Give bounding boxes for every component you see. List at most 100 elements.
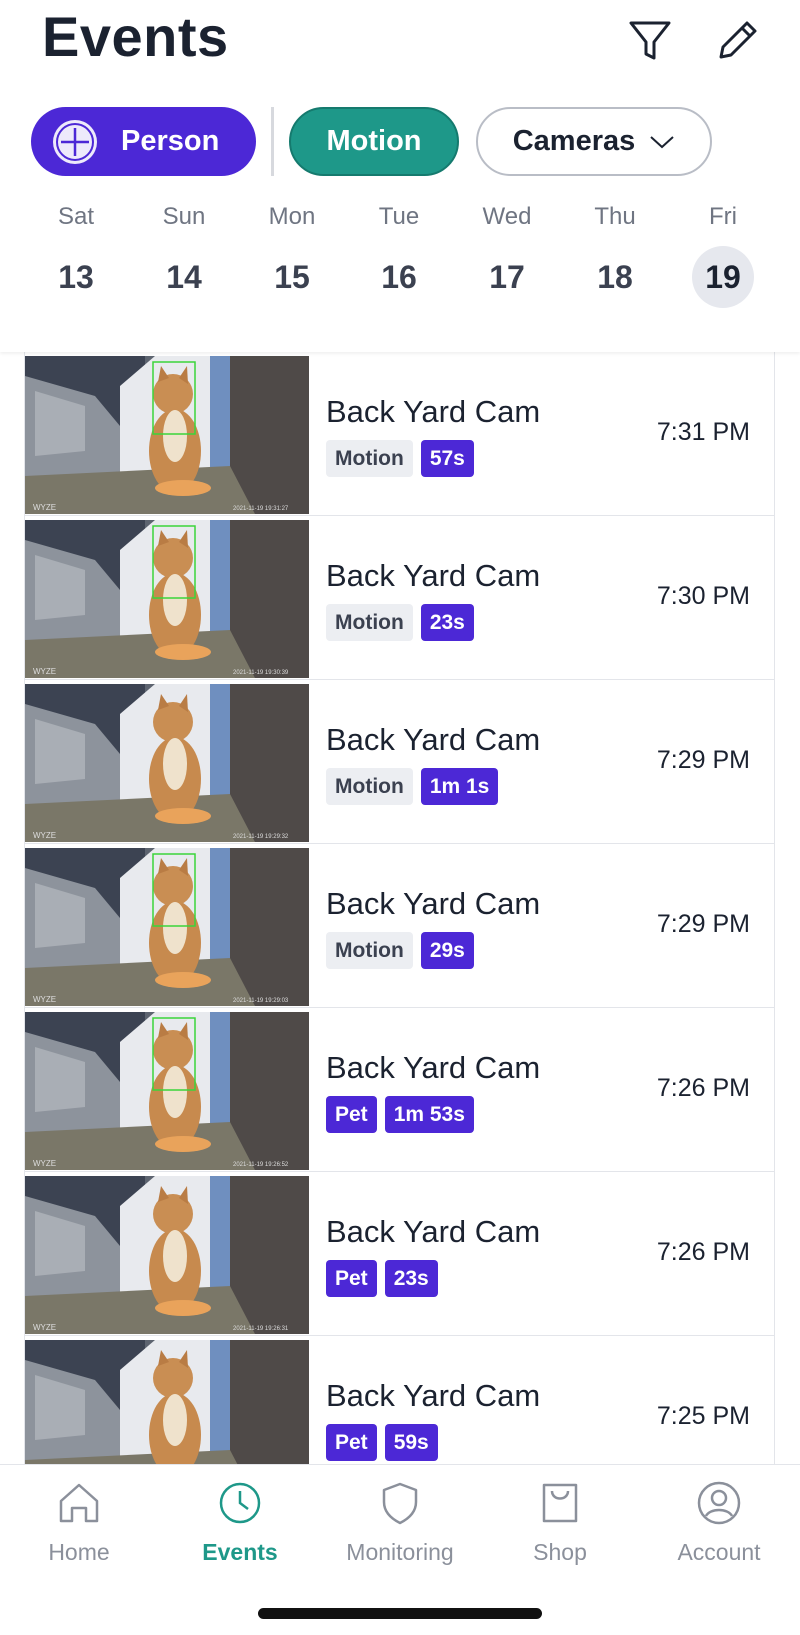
event-type-badge: Motion	[326, 768, 413, 805]
event-tags: Pet 23s	[326, 1260, 446, 1297]
day-number: 19	[692, 246, 754, 308]
cameras-chip-label: Cameras	[512, 125, 636, 157]
event-camera-name: Back Yard Cam	[326, 886, 541, 921]
event-duration-badge: 29s	[420, 932, 474, 969]
cameras-dropdown[interactable]: Cameras	[476, 107, 712, 176]
thumb-timestamp: 2021-11-19 19:26:31	[233, 1326, 289, 1332]
nav-events[interactable]: Events	[165, 1479, 315, 1566]
event-thumbnail[interactable]: WYZE 2021-11-19 19:30:39	[25, 520, 309, 678]
day-sat[interactable]: Sat 13	[41, 200, 111, 308]
event-duration-badge: 59s	[384, 1424, 438, 1461]
day-tue[interactable]: Tue 16	[364, 200, 434, 308]
event-row[interactable]: WYZE Back Yard Cam Pet59s 7:25 PM	[25, 1336, 774, 1464]
event-row[interactable]: WYZE 2021-11-19 19:31:27 Back Yard Cam Moti…	[25, 352, 774, 516]
day-number: 14	[166, 259, 202, 295]
day-number: 17	[489, 259, 525, 295]
nav-account[interactable]: Account	[644, 1479, 794, 1566]
event-type-badge: Motion	[326, 604, 413, 641]
day-number: 16	[381, 259, 417, 295]
shield-icon	[382, 1482, 418, 1525]
events-header: Events Person Motion Cameras Sat 13 Sun 14 M…	[0, 0, 800, 352]
account-icon	[697, 1481, 741, 1525]
motion-chip-label: Motion	[326, 125, 422, 157]
event-tags: Pet 1m 53s	[326, 1096, 482, 1133]
event-camera-name: Back Yard Cam	[326, 558, 541, 593]
nav-shop-label: Shop	[533, 1539, 587, 1565]
event-time: 7:26 PM	[656, 1238, 750, 1266]
event-duration-badge: 1m 1s	[420, 768, 499, 805]
person-add-icon	[53, 119, 97, 164]
event-thumbnail[interactable]: WYZE 2021-11-19 19:26:31	[25, 1176, 309, 1334]
day-name: Sun	[162, 203, 206, 230]
bottom-nav: Home Events Monitoring Shop Account	[0, 1464, 800, 1635]
nav-shop[interactable]: Shop	[485, 1479, 635, 1566]
nav-account-label: Account	[677, 1539, 761, 1565]
event-time: 7:29 PM	[656, 910, 750, 938]
event-tags: Pet 59s	[326, 1424, 446, 1461]
thumb-timestamp: 2021-11-19 19:29:03	[233, 998, 289, 1004]
event-thumbnail[interactable]: WYZE 2021-11-19 19:31:27	[25, 356, 309, 514]
event-thumbnail[interactable]: WYZE 2021-11-19 19:26:52	[25, 1012, 309, 1170]
chevron-down-icon	[650, 135, 674, 148]
event-camera-name: Back Yard Cam	[326, 1214, 541, 1249]
event-camera-name: Back Yard Cam	[326, 394, 541, 429]
home-icon	[59, 1483, 99, 1523]
event-type-badge: Motion	[326, 932, 413, 969]
day-wed[interactable]: Wed 17	[472, 200, 542, 308]
motion-filter-chip[interactable]: Motion	[289, 107, 459, 176]
filter-icon[interactable]	[624, 14, 676, 66]
shopping-bag-icon	[542, 1483, 578, 1523]
event-time: 7:29 PM	[656, 746, 750, 774]
event-tags: Motion 23s	[326, 604, 482, 641]
person-filter-chip[interactable]: Person	[31, 107, 256, 176]
nav-home-label: Home	[48, 1539, 110, 1565]
event-duration-badge: 1m 53s	[384, 1096, 474, 1133]
thumb-watermark: WYZE	[33, 503, 56, 512]
thumb-watermark: WYZE	[33, 1159, 56, 1168]
day-name: Sat	[57, 203, 95, 230]
edit-pencil-icon[interactable]	[712, 14, 764, 66]
event-row[interactable]: WYZE 2021-11-19 19:26:31 Back Yard Cam Pet 2…	[25, 1172, 774, 1336]
thumb-timestamp: 2021-11-19 19:26:52	[233, 1162, 289, 1168]
day-name: Mon	[268, 203, 316, 230]
event-row[interactable]: WYZE 2021-11-19 19:26:52 Back Yard Cam Pet 1…	[25, 1008, 774, 1172]
event-thumbnail[interactable]: WYZE 2021-11-19 19:29:32	[25, 684, 309, 842]
date-selector: Sat 13 Sun 14 Mon 15 Tue 16 Wed 17 Thu 18 Fri 19	[0, 200, 800, 320]
day-number: 18	[597, 259, 633, 295]
event-row[interactable]: WYZE 2021-11-19 19:29:32 Back Yard Cam Moti…	[25, 680, 774, 844]
event-row[interactable]: WYZE 2021-11-19 19:30:39 Back Yard Cam Moti…	[25, 516, 774, 680]
event-duration-badge: 23s	[420, 604, 474, 641]
nav-events-label: Events	[202, 1539, 278, 1565]
event-duration-badge: 57s	[420, 440, 474, 477]
home-indicator[interactable]	[258, 1608, 542, 1619]
filter-divider	[271, 107, 274, 176]
event-tags: Motion 57s	[326, 440, 482, 477]
event-row[interactable]: WYZE 2021-11-19 19:29:03 Back Yard Cam Moti…	[25, 844, 774, 1008]
event-camera-name: Back Yard Cam	[326, 722, 541, 757]
event-camera-name: Back Yard Cam	[326, 1378, 541, 1413]
event-tags: Motion 29s	[326, 932, 482, 969]
event-type-badge: Pet	[326, 1096, 377, 1133]
nav-home[interactable]: Home	[4, 1479, 154, 1566]
event-camera-name: Back Yard Cam	[326, 1050, 541, 1085]
day-thu[interactable]: Thu 18	[580, 200, 650, 308]
day-name: Tue	[378, 203, 420, 230]
day-number: 15	[274, 259, 310, 295]
event-thumbnail[interactable]: WYZE 2021-11-19 19:29:03	[25, 848, 309, 1006]
thumb-watermark: WYZE	[33, 667, 56, 676]
event-type-badge: Pet	[326, 1260, 377, 1297]
thumb-timestamp: 2021-11-19 19:31:27	[233, 506, 289, 512]
nav-monitoring[interactable]: Monitoring	[325, 1479, 475, 1566]
person-chip-label: Person	[121, 125, 220, 157]
event-duration-badge: 23s	[384, 1260, 438, 1297]
thumb-watermark: WYZE	[33, 1323, 56, 1332]
day-fri[interactable]: Fri 19	[688, 200, 758, 308]
day-name: Thu	[594, 203, 636, 230]
day-sun[interactable]: Sun 14	[149, 200, 219, 308]
day-mon[interactable]: Mon 15	[257, 200, 327, 308]
day-name: Fri	[709, 203, 737, 230]
event-thumbnail[interactable]: WYZE	[25, 1340, 309, 1464]
event-type-badge: Motion	[326, 440, 413, 477]
thumb-watermark: WYZE	[33, 831, 56, 840]
event-time: 7:30 PM	[656, 582, 750, 610]
